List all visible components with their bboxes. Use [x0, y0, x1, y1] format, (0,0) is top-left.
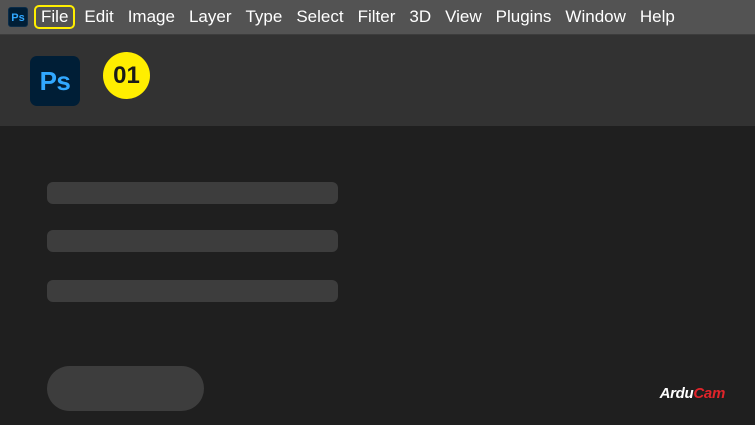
- step-number-badge: 01: [103, 52, 150, 99]
- menu-type[interactable]: Type: [238, 5, 289, 29]
- menu-plugins[interactable]: Plugins: [489, 5, 559, 29]
- menu-select[interactable]: Select: [289, 5, 350, 29]
- menu-filter[interactable]: Filter: [351, 5, 403, 29]
- arducam-watermark: ArduCam: [659, 385, 726, 402]
- menu-window[interactable]: Window: [558, 5, 632, 29]
- home-content: [0, 126, 755, 425]
- menu-help[interactable]: Help: [633, 5, 682, 29]
- placeholder-button[interactable]: [47, 366, 204, 411]
- photoshop-app-icon[interactable]: Ps: [8, 7, 28, 27]
- menu-bar: Ps File Edit Image Layer Type Select Fil…: [0, 0, 755, 34]
- menu-image[interactable]: Image: [121, 5, 182, 29]
- watermark-part-ardu: Ardu: [659, 385, 694, 402]
- home-header: Ps 01: [0, 34, 755, 126]
- menu-edit[interactable]: Edit: [77, 5, 120, 29]
- photoshop-logo-icon: Ps: [30, 56, 80, 106]
- placeholder-line: [47, 280, 338, 302]
- menu-3d[interactable]: 3D: [402, 5, 438, 29]
- menu-layer[interactable]: Layer: [182, 5, 239, 29]
- placeholder-line: [47, 182, 338, 204]
- menu-view[interactable]: View: [438, 5, 489, 29]
- menu-file[interactable]: File: [34, 5, 76, 29]
- watermark-part-cam: Cam: [693, 385, 725, 402]
- placeholder-line: [47, 230, 338, 252]
